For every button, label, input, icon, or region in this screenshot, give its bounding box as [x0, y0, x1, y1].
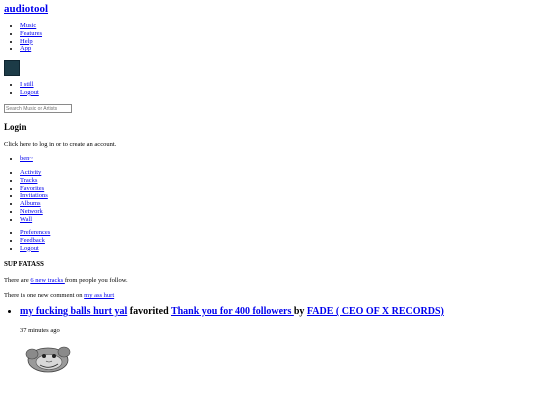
- new-tracks-link[interactable]: 6 new tracks: [30, 277, 64, 284]
- main-nav-item: App: [20, 45, 42, 53]
- settings-nav: Preferences Feedback Logout: [0, 229, 50, 252]
- profile-nav-item: Favorites: [20, 185, 48, 193]
- profile-nav-item: Albums: [20, 200, 48, 208]
- profile-link-invitations[interactable]: Invitations: [20, 192, 48, 199]
- main-nav-item: Music: [20, 22, 42, 30]
- profile-nav-item: Invitations: [20, 192, 48, 200]
- user-menu-link-username[interactable]: I still: [20, 81, 34, 88]
- profile-link-albums[interactable]: Albums: [20, 200, 41, 207]
- activity-list: my fucking balls hurt yal favorited Than…: [0, 306, 444, 318]
- main-nav-item: Help: [20, 38, 42, 46]
- account-name-link[interactable]: ben~: [20, 155, 33, 162]
- user-menu-item: I still: [20, 81, 39, 89]
- activity-track-link[interactable]: Thank you for 400 followers: [171, 306, 294, 317]
- settings-link-preferences[interactable]: Preferences: [20, 229, 50, 236]
- profile-link-wall[interactable]: Wall: [20, 216, 32, 223]
- activity-artist-link[interactable]: FADE ( CEO OF X RECORDS): [307, 306, 444, 317]
- new-tracks-prefix: There are: [4, 277, 31, 284]
- commented-track-link[interactable]: my ass hurt: [84, 292, 114, 299]
- login-heading: Login: [4, 122, 27, 132]
- settings-link-feedback[interactable]: Feedback: [20, 237, 45, 244]
- profile-link-tracks[interactable]: Tracks: [20, 177, 37, 184]
- settings-nav-item: Preferences: [20, 229, 50, 237]
- settings-nav-item: Feedback: [20, 237, 50, 245]
- monkey-right-ear: [57, 346, 71, 358]
- track-art-image[interactable]: [22, 342, 74, 376]
- activity-timestamp: 37 minutes ago: [20, 327, 60, 334]
- activity-item: my fucking balls hurt yal favorited Than…: [20, 306, 444, 318]
- search-input[interactable]: [4, 104, 72, 113]
- site-logo-link[interactable]: audiotool: [4, 3, 48, 16]
- new-comment-prefix: There is one new comment on: [4, 292, 85, 299]
- profile-link-favorites[interactable]: Favorites: [20, 185, 44, 192]
- profile-link-network[interactable]: Network: [20, 208, 43, 215]
- monkey-left-ear: [25, 348, 39, 360]
- activity-actor-link[interactable]: my fucking balls hurt yal: [20, 306, 127, 317]
- activity-by: by: [293, 306, 307, 317]
- nav-link-help[interactable]: Help: [20, 38, 33, 45]
- nav-link-features[interactable]: Features: [20, 30, 42, 37]
- profile-link-activity[interactable]: Activity: [20, 169, 41, 176]
- activity-verb: favorited: [127, 306, 171, 317]
- profile-nav-item: Wall: [20, 216, 48, 224]
- user-menu-item: Logout: [20, 89, 39, 97]
- user-menu-link-logout[interactable]: Logout: [20, 89, 39, 96]
- account-list: ben~: [0, 155, 33, 163]
- profile-nav-item: Tracks: [20, 177, 48, 185]
- user-menu: I still Logout: [0, 81, 39, 97]
- login-text[interactable]: Click here to log in or to create an acc…: [4, 141, 116, 149]
- profile-nav: Activity Tracks Favorites Invitations Al…: [0, 169, 48, 224]
- monkey-right-eye: [52, 354, 56, 358]
- main-nav: Music Features Help App: [0, 22, 42, 53]
- settings-link-logout[interactable]: Logout: [20, 245, 39, 252]
- new-comment-note: There is one new comment on my ass hurt: [4, 292, 114, 300]
- profile-nav-item: Activity: [20, 169, 48, 177]
- settings-nav-item: Logout: [20, 245, 50, 253]
- nav-link-app[interactable]: App: [20, 45, 31, 52]
- account-item: ben~: [20, 155, 33, 163]
- monkey-left-eye: [42, 354, 46, 358]
- profile-nav-item: Network: [20, 208, 48, 216]
- main-nav-item: Features: [20, 30, 42, 38]
- feed-title: SUP FATASS: [4, 260, 44, 268]
- avatar[interactable]: [4, 60, 20, 76]
- new-tracks-note: There are 6 new tracks from people you f…: [4, 277, 128, 285]
- nav-link-music[interactable]: Music: [20, 22, 36, 29]
- new-tracks-suffix: from people you follow.: [64, 277, 128, 284]
